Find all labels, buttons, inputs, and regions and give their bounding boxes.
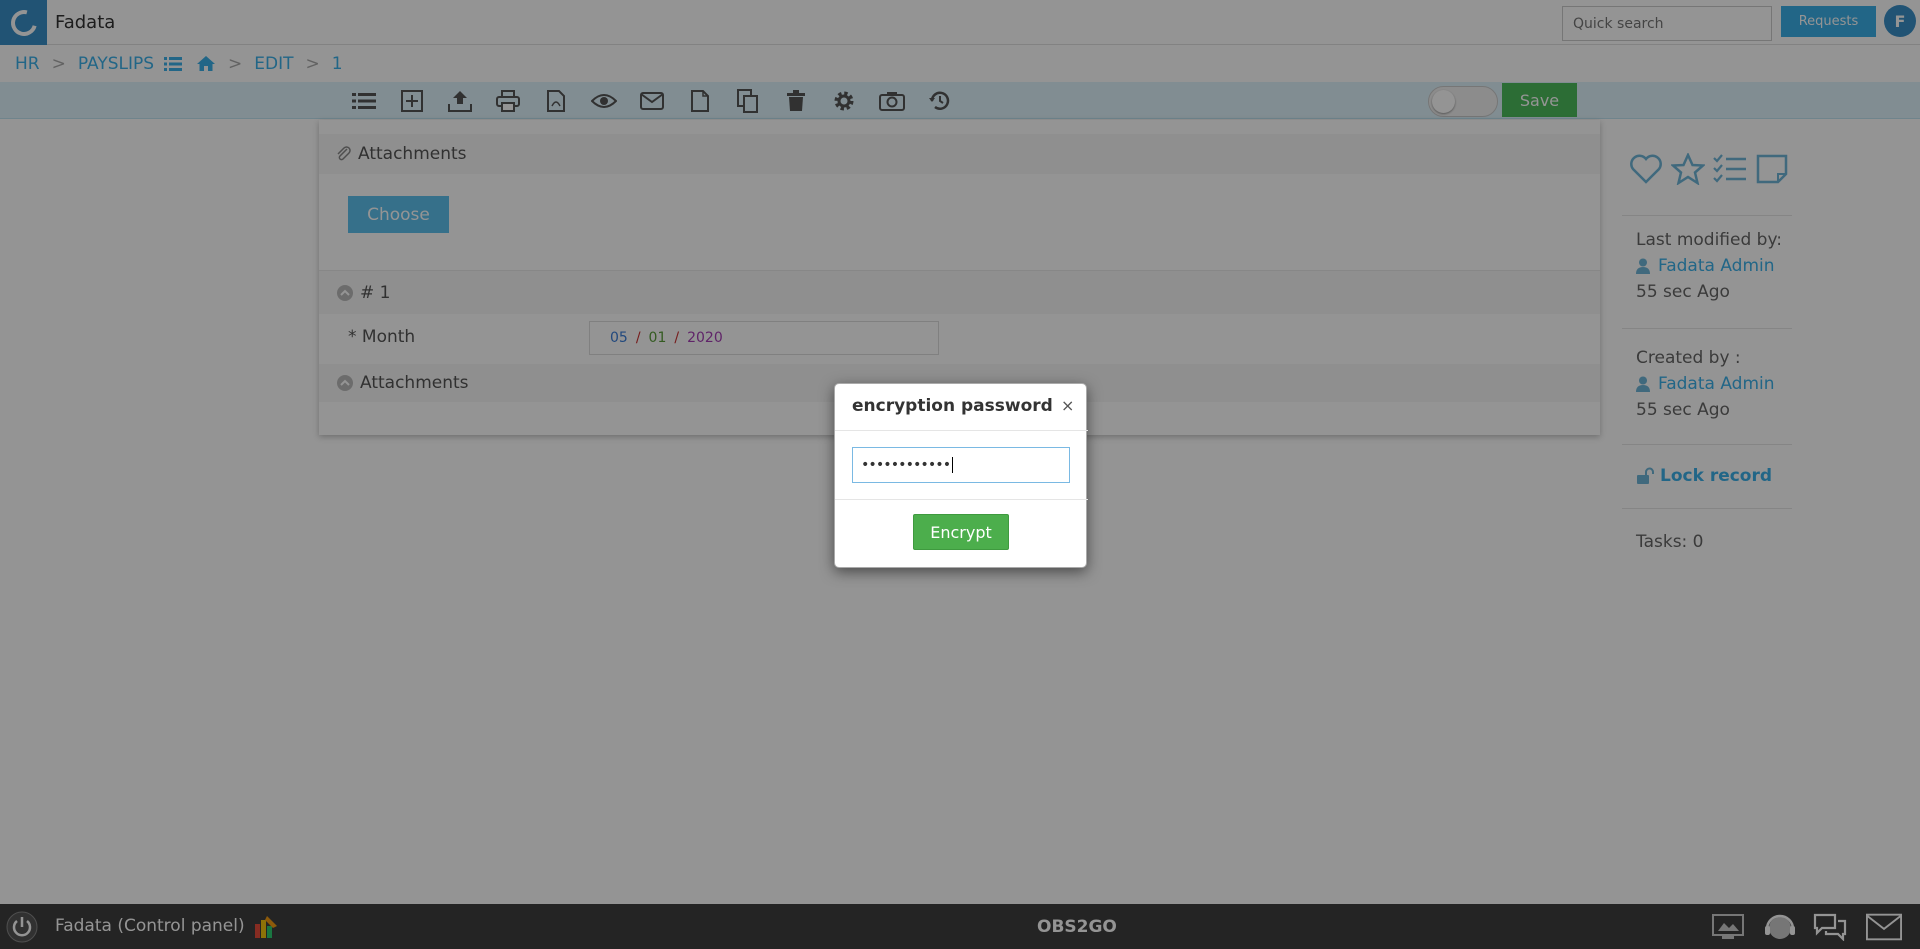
password-value: •••••••••••• (861, 457, 951, 473)
encryption-password-input[interactable]: •••••••••••• (852, 447, 1070, 483)
close-icon[interactable]: × (1061, 396, 1074, 415)
encrypt-button[interactable]: Encrypt (913, 514, 1009, 550)
divider (835, 430, 1088, 431)
encryption-password-dialog: encryption password × •••••••••••• Encry… (834, 383, 1088, 568)
divider (835, 499, 1088, 500)
dialog-title: encryption password (852, 396, 1053, 416)
